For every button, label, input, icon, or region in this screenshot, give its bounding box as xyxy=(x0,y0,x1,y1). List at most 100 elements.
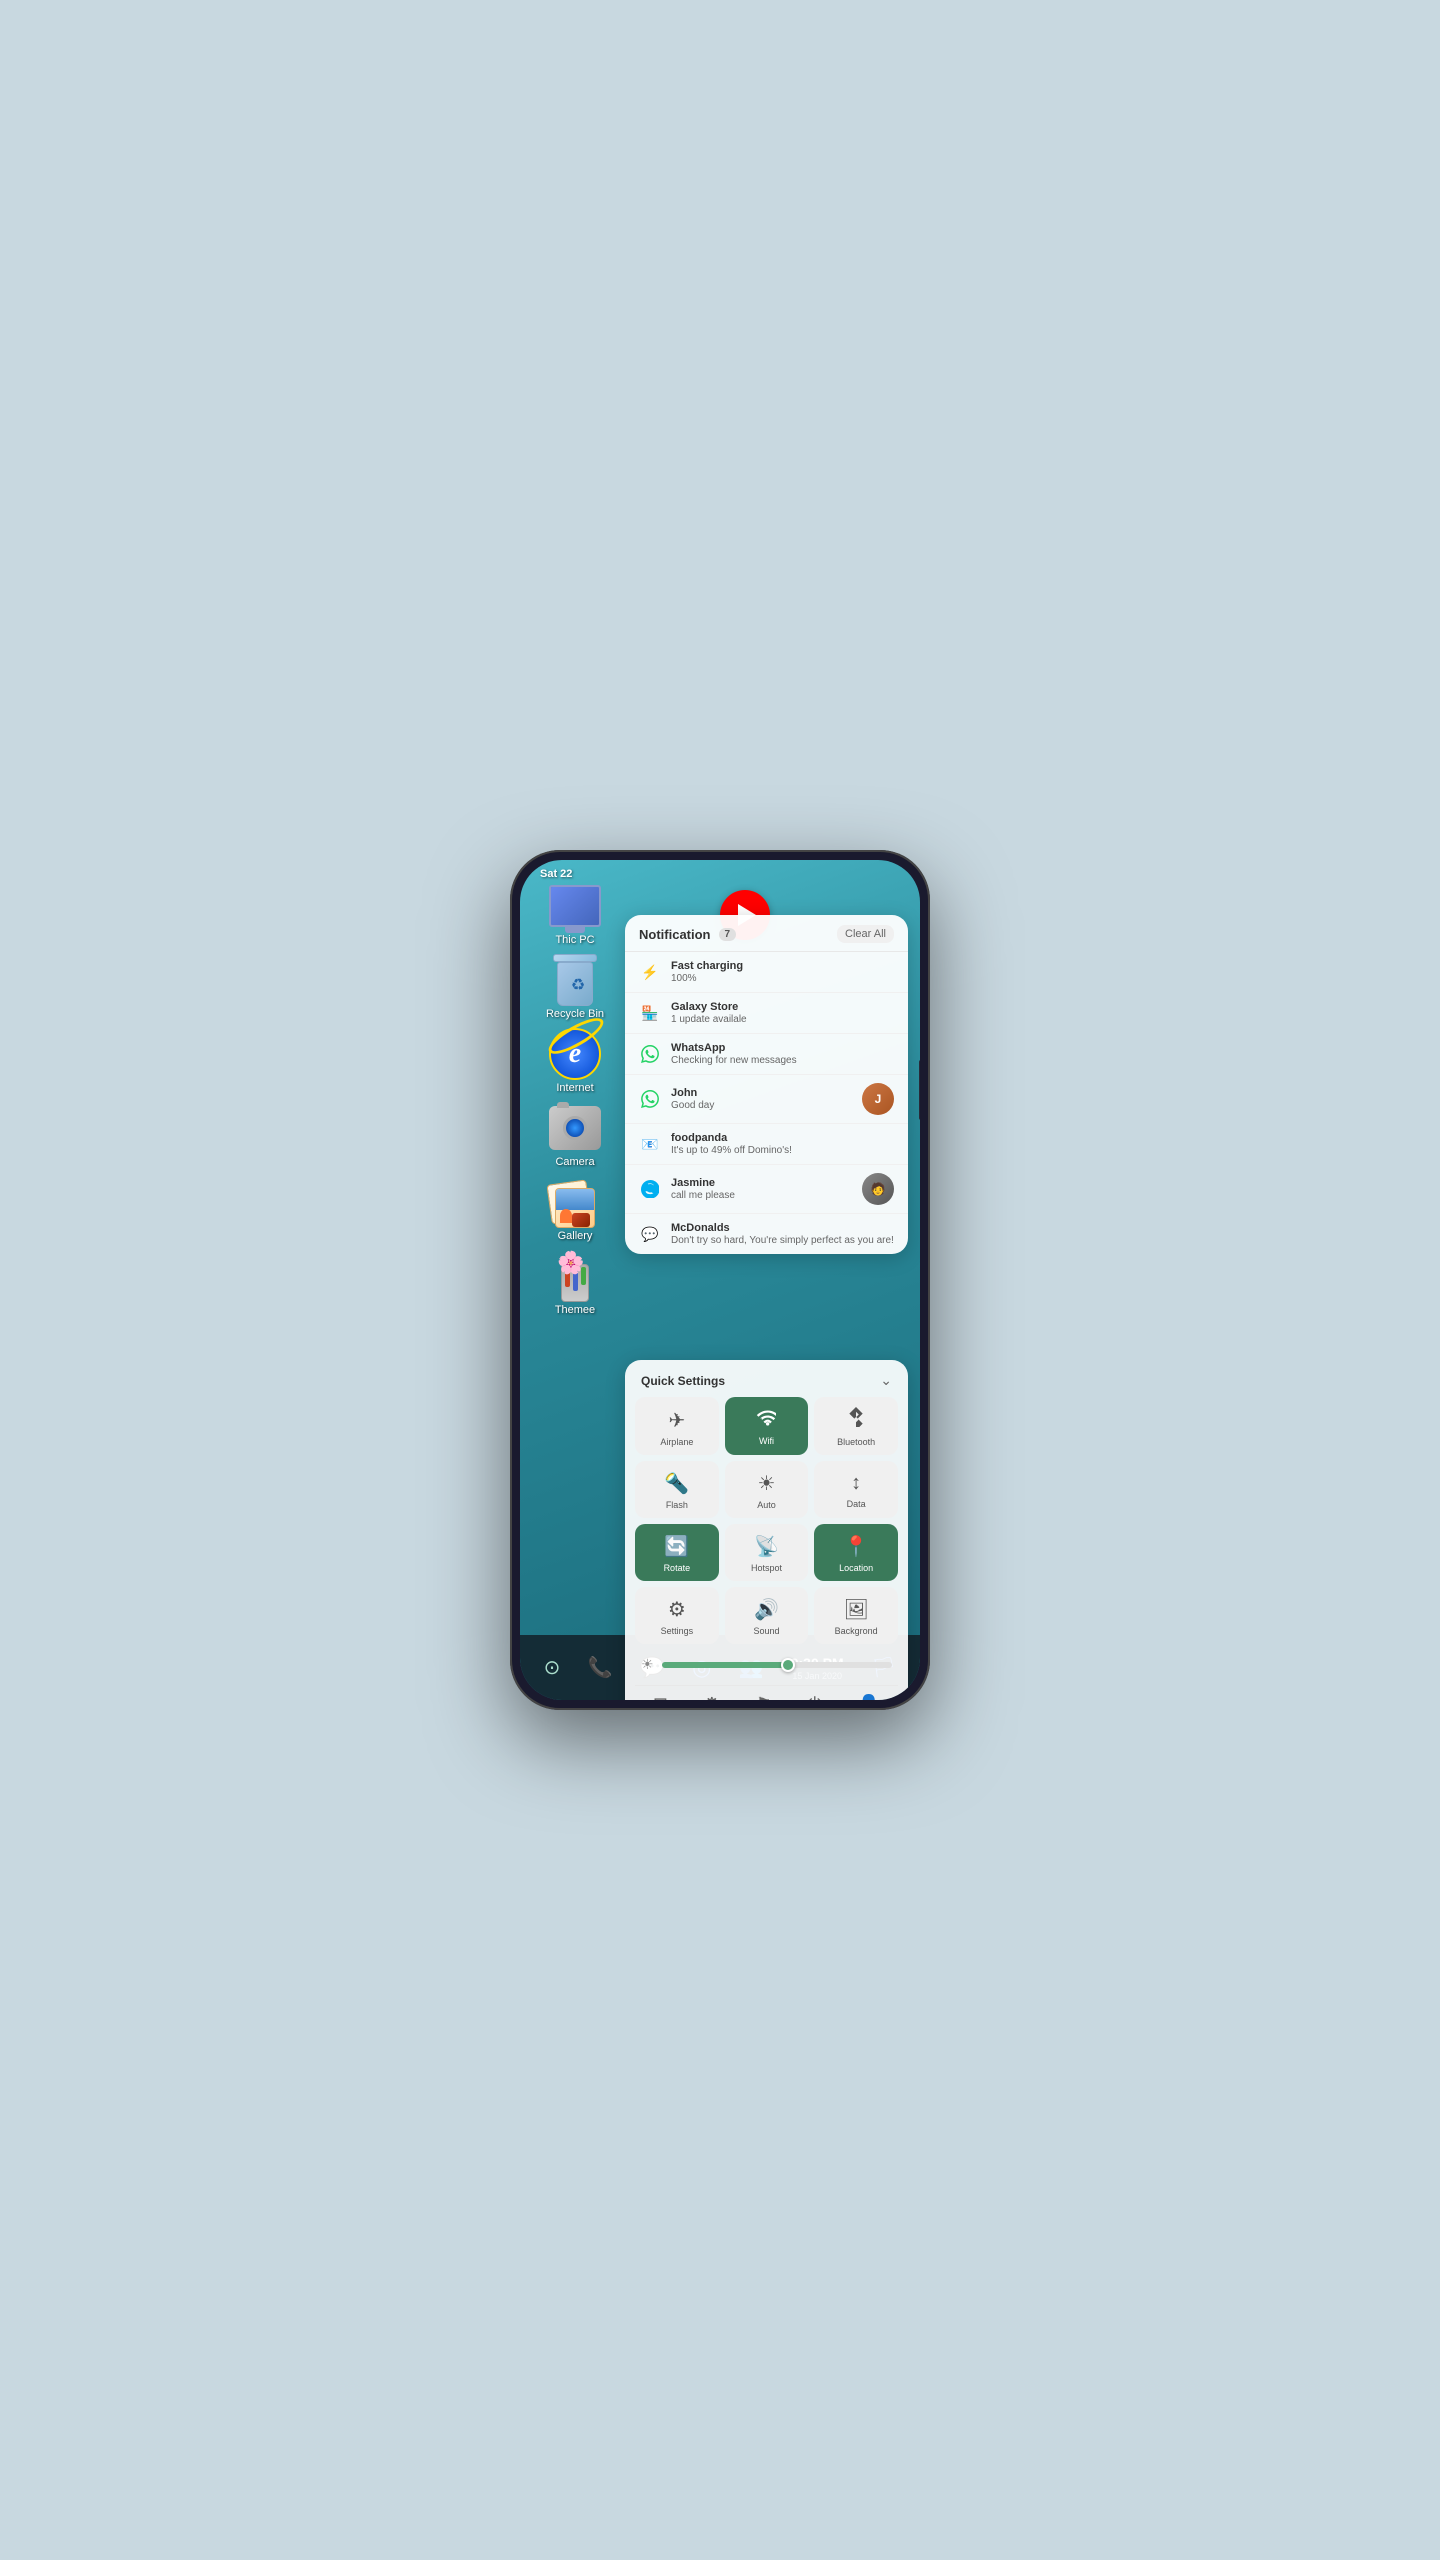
qs-tile-settings[interactable]: ⚙ Settings xyxy=(635,1587,719,1644)
wifi-icon xyxy=(756,1409,776,1432)
location-label: Location xyxy=(839,1563,873,1573)
notif-item-foodpanda[interactable]: 📧 foodpanda It's up to 49% off Domino's! xyxy=(625,1124,908,1165)
qs-chevron-icon[interactable]: ⌄ xyxy=(880,1372,892,1389)
notif-app-whatsapp: WhatsApp xyxy=(671,1042,894,1054)
qs-tile-rotate[interactable]: 🔄 Rotate xyxy=(635,1524,719,1581)
qs-tile-background[interactable]: 🖼 Backgrond xyxy=(814,1587,898,1644)
desktop-icon-gallery[interactable]: Gallery xyxy=(549,1176,601,1242)
qs-tile-auto[interactable]: ☀ Auto xyxy=(725,1461,809,1518)
notification-count: 7 xyxy=(719,928,737,941)
notif-msg-jasmine: call me please xyxy=(671,1190,852,1201)
desktop-icons: Thic PC ♻ Recycle Bin e xyxy=(520,880,630,1316)
airplane-icon: ✈ xyxy=(668,1408,685,1433)
brightness-control: ☀ xyxy=(635,1652,898,1677)
avatar-jasmine: 🧑 xyxy=(862,1173,894,1205)
hotspot-icon: 📡 xyxy=(754,1534,779,1559)
notif-item-charging[interactable]: ⚡ Fast charging 100% xyxy=(625,952,908,993)
bluetooth-label: Bluetooth xyxy=(837,1437,875,1447)
status-bar: Sat 22 xyxy=(520,860,920,888)
brightness-fill xyxy=(662,1662,789,1668)
clear-all-button[interactable]: Clear All xyxy=(837,925,894,943)
location-icon: 📍 xyxy=(844,1534,869,1559)
qs-tile-sound[interactable]: 🔊 Sound xyxy=(725,1587,809,1644)
nav-apps-icon[interactable]: ⊙ xyxy=(544,1655,561,1680)
notif-msg-charging: 100% xyxy=(671,973,894,984)
foodpanda-icon: 📧 xyxy=(639,1133,661,1155)
qs-tile-location[interactable]: 📍 Location xyxy=(814,1524,898,1581)
john-wa-icon xyxy=(639,1088,661,1110)
galaxy-icon: 🏪 xyxy=(639,1002,661,1024)
qs-screenshot-icon[interactable]: ⊞ xyxy=(645,1690,676,1700)
icon-label-themee: Themee xyxy=(555,1304,595,1316)
jasmine-skype-icon xyxy=(639,1178,661,1200)
qs-tile-wifi[interactable]: Wifi xyxy=(725,1397,809,1455)
side-volume-button[interactable] xyxy=(919,1060,920,1120)
desktop-icon-recycle-bin[interactable]: ♻ Recycle Bin xyxy=(546,954,604,1020)
rotate-icon: 🔄 xyxy=(664,1534,689,1559)
flash-icon: 🔦 xyxy=(664,1471,689,1496)
qs-tile-airplane[interactable]: ✈ Airplane xyxy=(635,1397,719,1455)
notification-panel: Notification 7 Clear All ⚡ Fast charging… xyxy=(625,915,908,1254)
notif-app-jasmine: Jasmine xyxy=(671,1177,852,1189)
notif-app-mcdonalds: McDonalds xyxy=(671,1222,894,1234)
icon-label-internet: Internet xyxy=(556,1082,593,1094)
desktop-icon-internet[interactable]: e Internet xyxy=(549,1028,601,1094)
qs-title: Quick Settings xyxy=(641,1374,725,1388)
notif-msg-john: Good day xyxy=(671,1100,852,1111)
notif-content-jasmine: Jasmine call me please xyxy=(671,1177,852,1201)
auto-icon: ☀ xyxy=(758,1471,776,1496)
data-label: Data xyxy=(847,1499,866,1509)
notif-content-foodpanda: foodpanda It's up to 49% off Domino's! xyxy=(671,1132,894,1156)
notif-msg-galaxy: 1 update availale xyxy=(671,1014,894,1025)
qs-tile-data[interactable]: ↕ Data xyxy=(814,1461,898,1518)
notif-msg-mcdonalds: Don't try so hard, You're simply perfect… xyxy=(671,1235,894,1246)
qs-power-icon[interactable]: ⏻ xyxy=(800,1690,830,1700)
icon-label-camera: Camera xyxy=(555,1156,594,1168)
qs-header: Quick Settings ⌄ xyxy=(635,1370,898,1397)
whatsapp-icon xyxy=(639,1043,661,1065)
notif-content-john: John Good day xyxy=(671,1087,852,1111)
notif-content-mcdonalds: McDonalds Don't try so hard, You're simp… xyxy=(671,1222,894,1246)
desktop-icon-thic-pc[interactable]: Thic PC xyxy=(549,880,601,946)
icon-label-gallery: Gallery xyxy=(558,1230,593,1242)
qs-user-icon[interactable]: 👤 xyxy=(850,1690,888,1700)
qs-tile-flash[interactable]: 🔦 Flash xyxy=(635,1461,719,1518)
notif-app-galaxy: Galaxy Store xyxy=(671,1001,894,1013)
status-date: Sat 22 xyxy=(540,868,572,880)
background-label: Backgrond xyxy=(835,1626,878,1636)
notif-item-jasmine[interactable]: Jasmine call me please 🧑 xyxy=(625,1165,908,1214)
notif-content-charging: Fast charging 100% xyxy=(671,960,894,984)
notif-item-john[interactable]: John Good day J xyxy=(625,1075,908,1124)
auto-label: Auto xyxy=(757,1500,776,1510)
phone-screen: Sat 22 Thic PC ♻ xyxy=(520,860,920,1700)
avatar-john: J xyxy=(862,1083,894,1115)
icon-label-thic-pc: Thic PC xyxy=(555,934,594,946)
hotspot-label: Hotspot xyxy=(751,1563,782,1573)
notif-app-charging: Fast charging xyxy=(671,960,894,972)
wifi-label: Wifi xyxy=(759,1436,774,1446)
settings-label: Settings xyxy=(661,1626,694,1636)
bluetooth-icon xyxy=(848,1407,864,1433)
sound-label: Sound xyxy=(753,1626,779,1636)
brightness-thumb[interactable] xyxy=(781,1658,795,1672)
notif-item-whatsapp[interactable]: WhatsApp Checking for new messages xyxy=(625,1034,908,1075)
notif-msg-whatsapp: Checking for new messages xyxy=(671,1055,894,1066)
notif-header: Notification 7 Clear All xyxy=(625,915,908,952)
background-icon: 🖼 xyxy=(843,1597,868,1622)
notif-item-galaxy[interactable]: 🏪 Galaxy Store 1 update availale xyxy=(625,993,908,1034)
qs-share-icon[interactable]: ⚑ xyxy=(748,1690,780,1700)
notif-item-mcdonalds[interactable]: 💬 McDonalds Don't try so hard, You're si… xyxy=(625,1214,908,1254)
qs-tile-hotspot[interactable]: 📡 Hotspot xyxy=(725,1524,809,1581)
nav-phone-icon[interactable]: 📞 xyxy=(588,1655,613,1680)
airplane-label: Airplane xyxy=(660,1437,693,1447)
desktop-icon-camera[interactable]: Camera xyxy=(549,1102,601,1168)
notif-title-area: Notification 7 xyxy=(639,927,736,942)
brightness-track[interactable] xyxy=(662,1662,892,1668)
qs-tile-bluetooth[interactable]: Bluetooth xyxy=(814,1397,898,1455)
settings-icon: ⚙ xyxy=(668,1597,686,1622)
notif-content-whatsapp: WhatsApp Checking for new messages xyxy=(671,1042,894,1066)
phone-outer: Sat 22 Thic PC ♻ xyxy=(510,850,930,1710)
desktop-icon-themee[interactable]: 🌸 Themee xyxy=(549,1250,601,1316)
qs-settings-icon[interactable]: ⚙ xyxy=(696,1690,728,1700)
quick-settings-panel: Quick Settings ⌄ ✈ Airplane Wifi xyxy=(625,1360,908,1700)
